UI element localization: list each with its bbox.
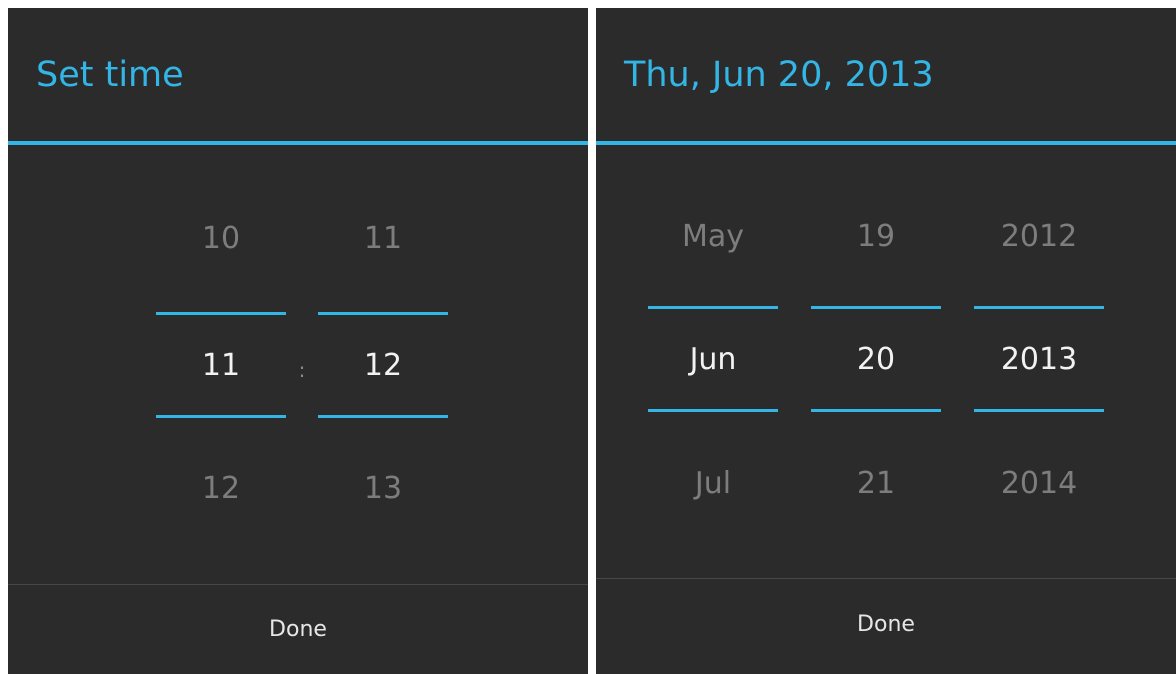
year-next[interactable]: 2014: [974, 466, 1104, 501]
day-next[interactable]: 21: [811, 466, 941, 501]
selection-line-bottom: [648, 409, 778, 412]
month-next[interactable]: Jul: [648, 466, 778, 501]
done-button[interactable]: Done: [596, 579, 1176, 674]
year-selected[interactable]: 2013: [974, 342, 1104, 377]
hour-prev[interactable]: 10: [156, 221, 286, 256]
selection-line-top: [156, 312, 286, 315]
selection-line-top: [648, 306, 778, 309]
minute-prev[interactable]: 11: [318, 221, 448, 256]
hour-next[interactable]: 12: [156, 471, 286, 506]
selection-line-bottom: [811, 409, 941, 412]
done-button[interactable]: Done: [8, 585, 588, 674]
minute-selected[interactable]: 12: [318, 348, 448, 383]
day-selected[interactable]: 20: [811, 342, 941, 377]
time-picker-dialog: Set time 10 11 12 : 11 12 13 Done: [8, 8, 588, 674]
year-prev[interactable]: 2012: [974, 219, 1104, 254]
selection-line-top: [318, 312, 448, 315]
selection-line-bottom: [974, 409, 1104, 412]
year-spinner[interactable]: 2012 2013 2014: [974, 8, 1104, 568]
month-selected[interactable]: Jun: [648, 342, 778, 377]
selection-line-bottom: [156, 415, 286, 418]
selection-line-top: [811, 306, 941, 309]
minute-next[interactable]: 13: [318, 471, 448, 506]
day-spinner[interactable]: 19 20 21: [811, 8, 941, 568]
hour-selected[interactable]: 11: [156, 348, 286, 383]
month-spinner[interactable]: May Jun Jul: [648, 8, 778, 568]
time-separator: :: [298, 358, 306, 382]
date-picker-dialog: Thu, Jun 20, 2013 May Jun Jul 19 20 21 2…: [596, 8, 1176, 674]
hour-spinner[interactable]: 10 11 12: [156, 8, 286, 568]
selection-line-bottom: [318, 415, 448, 418]
day-prev[interactable]: 19: [811, 219, 941, 254]
title-divider: [8, 141, 588, 145]
selection-line-top: [974, 306, 1104, 309]
month-prev[interactable]: May: [648, 219, 778, 254]
minute-spinner[interactable]: 11 12 13: [318, 8, 448, 568]
